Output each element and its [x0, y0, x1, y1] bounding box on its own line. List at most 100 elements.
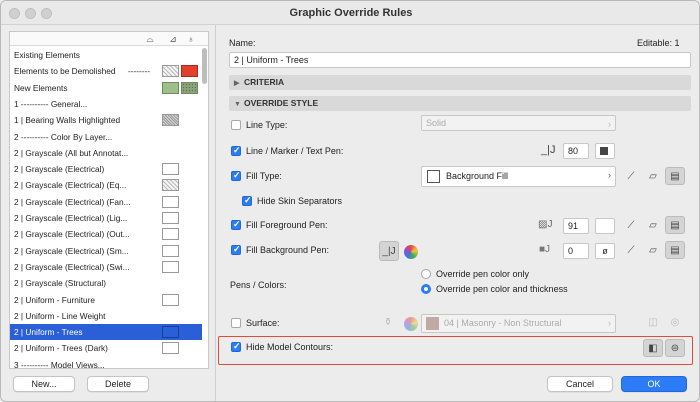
list-item[interactable]: 3 ---------- Model Views...: [10, 357, 202, 369]
override-color-thickness-label: Override pen color and thickness: [436, 284, 568, 294]
list-item[interactable]: 2 | Grayscale (Electrical) (Eq...: [10, 177, 202, 193]
list-item-label: 3 ---------- Model Views...: [14, 359, 105, 369]
list-item-label: 2 | Grayscale (All but Annotat...: [14, 147, 129, 158]
override-swatch: [162, 342, 179, 355]
override-swatch: [162, 195, 179, 208]
surface-label: Surface:: [246, 318, 280, 328]
list-scrollbar[interactable]: [202, 48, 207, 366]
contour-3d-icon[interactable]: ◧: [643, 339, 663, 357]
list-item[interactable]: 2 | Grayscale (Electrical) (Sm...: [10, 243, 202, 259]
fill-foreground-pen-checkbox[interactable]: [231, 219, 241, 230]
fill-cut-icon[interactable]: ⟋: [621, 217, 641, 235]
new-rule-button[interactable]: New...: [13, 376, 75, 392]
override-swatch: [162, 114, 179, 127]
contour-cover-icon[interactable]: ⊜: [665, 339, 685, 357]
pen-color-swatch: [600, 147, 608, 155]
list-item-label: 1 ---------- General...: [14, 98, 88, 109]
rules-list[interactable]: ⌓ ⊿ ♁ Existing Elements Elements to be De…: [9, 31, 209, 369]
fill-foreground-pen-number[interactable]: 91: [563, 218, 589, 234]
override-color-thickness-radio[interactable]: [421, 284, 431, 294]
dash-line: --------: [128, 66, 151, 77]
fill-drafting-icon[interactable]: ▤: [665, 167, 685, 185]
list-item[interactable]: 2 | Grayscale (Electrical) (Lig...: [10, 210, 202, 226]
surface-checkbox[interactable]: [231, 318, 241, 328]
fill-cut-icon[interactable]: ⟋: [621, 242, 641, 260]
override-swatch: [162, 179, 179, 192]
color-wheel-icon[interactable]: [404, 245, 418, 259]
fill-cut-icon[interactable]: ⟋: [621, 168, 641, 186]
override-swatch: [162, 244, 179, 257]
list-item-label: 2 | Uniform - Furniture: [14, 294, 95, 305]
list-item[interactable]: 2 | Grayscale (Electrical) (Fan...: [10, 194, 202, 210]
list-item-label: 2 | Grayscale (Electrical) (Lig...: [14, 213, 128, 223]
ok-button[interactable]: OK: [621, 376, 687, 392]
override-swatch: [162, 260, 179, 273]
line-pen-checkbox[interactable]: [231, 145, 241, 156]
criteria-section-header[interactable]: ▶ CRITERIA: [229, 75, 691, 90]
cut-fill-icon: ⌓: [146, 34, 154, 44]
list-item[interactable]: 2 | Grayscale (All but Annotat...: [10, 145, 202, 161]
list-item[interactable]: 2 | Uniform - Trees (Dark): [10, 340, 202, 356]
editable-label: Editable: 1: [637, 38, 680, 48]
fill-drafting-icon[interactable]: ▤: [665, 216, 685, 234]
list-scroll-thumb[interactable]: [202, 48, 207, 84]
fill-type-dropdown[interactable]: Background Fill: [421, 166, 616, 187]
list-item[interactable]: 2 | Grayscale (Electrical): [10, 161, 202, 177]
color-wheel-icon[interactable]: [404, 317, 418, 331]
chevron-right-icon: ›: [608, 170, 611, 180]
list-item[interactable]: Existing Elements: [10, 47, 202, 63]
list-item[interactable]: 2 | Uniform - Line Weight: [10, 308, 202, 324]
surface-cover-icon[interactable]: ◎: [665, 314, 685, 332]
override-swatch: [162, 326, 179, 339]
window-title: Graphic Override Rules: [289, 7, 413, 19]
list-item[interactable]: Elements to be Demolished --------: [10, 63, 202, 79]
hide-skin-separators-label: Hide Skin Separators: [257, 196, 343, 206]
fill-background-color-chip[interactable]: ø: [595, 243, 615, 259]
surface-cut-icon[interactable]: ◫: [643, 314, 663, 332]
override-style-section-header[interactable]: ▼ OVERRIDE STYLE: [229, 96, 691, 111]
fill-foreground-pen-label: Fill Foreground Pen:: [246, 220, 328, 230]
fill-cover-icon[interactable]: ▱: [643, 242, 663, 260]
fill-background-pen-number[interactable]: 0: [563, 243, 589, 259]
fill-cover-icon[interactable]: ▱: [643, 217, 663, 235]
list-item-label: 1 | Bearing Walls Highlighted: [14, 115, 121, 126]
list-column-header: ⌓ ⊿ ♁: [10, 32, 208, 46]
list-item[interactable]: 2 | Uniform - Trees: [10, 324, 202, 341]
list-item-label: 2 | Grayscale (Electrical): [14, 164, 105, 175]
surface-dropdown[interactable]: 04 | Masonry - Non Structural: [421, 314, 616, 333]
override-swatch: [162, 228, 179, 241]
fill-type-label: Fill Type:: [246, 171, 282, 181]
list-item[interactable]: 2 | Uniform - Furniture: [10, 292, 202, 308]
list-item[interactable]: 1 | Bearing Walls Highlighted: [10, 112, 202, 128]
fill-type-checkbox[interactable]: [231, 170, 241, 181]
fill-foreground-color-chip[interactable]: [595, 218, 615, 234]
override-color-only-radio[interactable]: [421, 269, 431, 279]
line-pen-label: Line / Marker / Text Pen:: [246, 146, 344, 156]
list-item[interactable]: 2 ---------- Color By Layer...: [10, 129, 202, 145]
line-type-dropdown[interactable]: Solid: [421, 115, 616, 131]
rule-name-field[interactable]: 2 | Uniform - Trees: [229, 52, 691, 68]
hide-skin-separators-checkbox[interactable]: [242, 195, 252, 206]
list-item-label: 2 | Uniform - Trees (Dark): [14, 343, 108, 354]
list-item[interactable]: 2 | Grayscale (Electrical) (Out...: [10, 226, 202, 242]
hide-model-contours-checkbox[interactable]: [231, 341, 241, 352]
list-item[interactable]: New Elements: [10, 80, 202, 96]
cancel-button[interactable]: Cancel: [547, 376, 613, 392]
fill-drafting-icon[interactable]: ▤: [665, 241, 685, 259]
list-item[interactable]: 2 | Grayscale (Structural): [10, 275, 202, 291]
line-pen-number[interactable]: 80: [563, 143, 589, 159]
list-item[interactable]: 1 ---------- General...: [10, 96, 202, 112]
override-swatch: [181, 65, 198, 78]
fill-cover-icon[interactable]: ▱: [643, 168, 663, 186]
delete-rule-button[interactable]: Delete: [87, 376, 149, 392]
list-item[interactable]: 2 | Grayscale (Electrical) (Swi...: [10, 259, 202, 275]
title-bar: Graphic Override Rules: [1, 1, 699, 25]
override-color-only-label: Override pen color only: [436, 269, 530, 279]
line-pen-color-chip[interactable]: [595, 143, 615, 159]
pen-weight-icon: _|J: [541, 144, 556, 156]
paint-bucket-icon[interactable]: ⚱: [378, 314, 398, 332]
line-type-checkbox[interactable]: [231, 120, 241, 130]
pen-weight-icon[interactable]: _|J: [379, 241, 399, 261]
override-swatch: [162, 163, 179, 176]
fill-background-pen-checkbox[interactable]: [231, 244, 241, 255]
